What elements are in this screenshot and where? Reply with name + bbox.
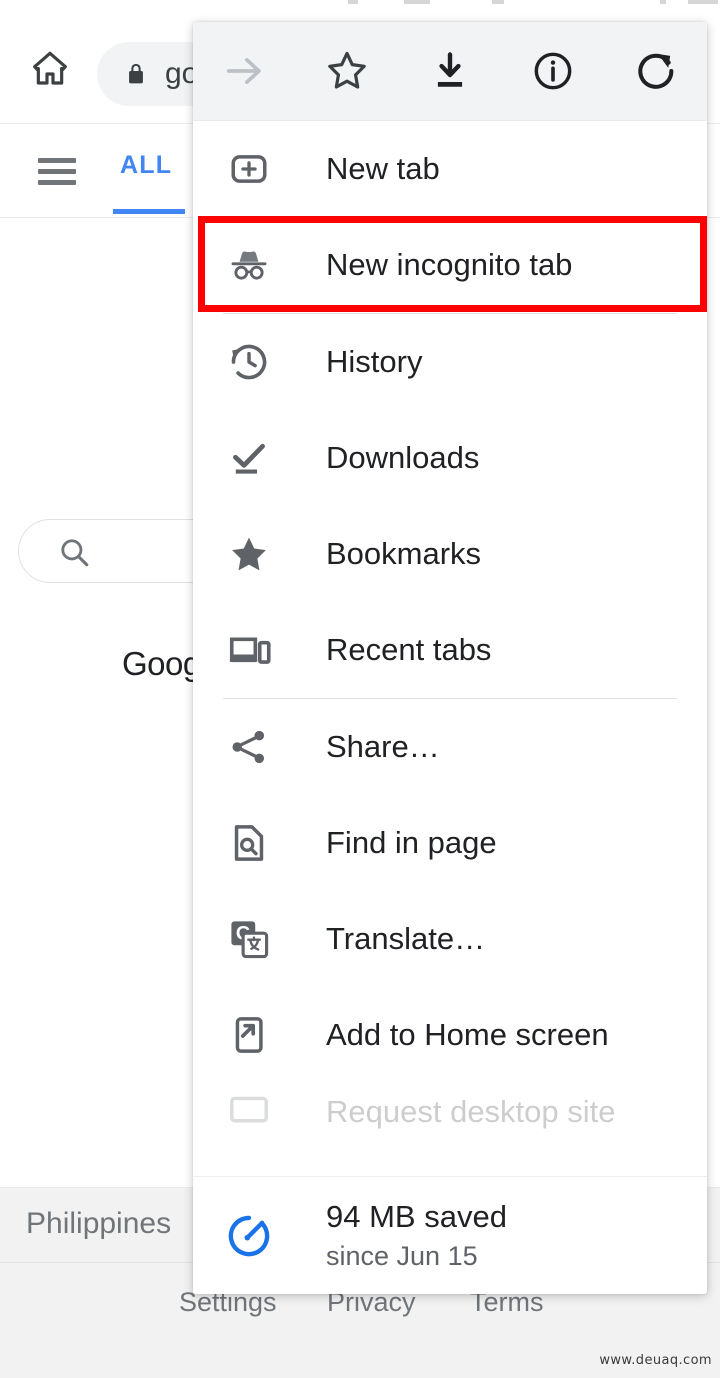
menu-item-label: History (326, 344, 423, 379)
menu-item-label: Share… (326, 729, 440, 764)
share-icon (221, 725, 277, 769)
tab-active-underline (113, 209, 185, 214)
menu-item-downloads[interactable]: Downloads (193, 410, 707, 506)
speedometer-icon (221, 1211, 277, 1261)
menu-item-list: New tab New incognito tab History Downlo… (193, 121, 707, 1141)
tab-all[interactable]: ALL (120, 151, 172, 180)
history-icon (221, 339, 277, 385)
watermark: www.deuaq.com (599, 1353, 712, 1368)
bookmarks-star-icon (221, 531, 277, 577)
incognito-icon (221, 242, 277, 288)
country-label: Philippines (26, 1207, 172, 1240)
menu-item-recent-tabs[interactable]: Recent tabs (193, 602, 707, 698)
menu-item-label: Bookmarks (326, 536, 482, 571)
forward-arrow-icon[interactable] (193, 22, 296, 121)
menu-item-share[interactable]: Share… (193, 699, 707, 795)
data-saver-row[interactable]: 94 MB saved since Jun 15 (193, 1176, 707, 1294)
recent-tabs-icon (221, 627, 277, 673)
chrome-overflow-menu: New tab New incognito tab History Downlo… (193, 22, 707, 1294)
reload-icon[interactable] (604, 22, 707, 121)
downloads-icon (221, 436, 277, 480)
menu-item-label: New incognito tab (326, 247, 573, 282)
hamburger-icon[interactable] (38, 158, 76, 185)
star-icon[interactable] (296, 22, 399, 121)
menu-quick-actions-bar (193, 22, 707, 121)
info-icon[interactable] (501, 22, 604, 121)
new-tab-icon (221, 147, 277, 191)
add-to-home-screen-icon (221, 1013, 277, 1057)
menu-item-label: Translate… (326, 921, 486, 956)
menu-item-bookmarks[interactable]: Bookmarks (193, 506, 707, 602)
menu-item-history[interactable]: History (193, 314, 707, 410)
menu-item-label: Add to Home screen (326, 1017, 609, 1052)
search-icon (57, 535, 91, 569)
menu-item-translate[interactable]: G Translate… (193, 891, 707, 987)
data-saver-amount: 94 MB saved (326, 1198, 507, 1234)
find-in-page-icon (221, 821, 277, 865)
desktop-site-icon (221, 1090, 277, 1134)
lock-icon (123, 60, 149, 88)
menu-item-label: Request desktop site (326, 1094, 616, 1129)
data-saver-since: since Jun 15 (326, 1240, 478, 1271)
screen: go ALL Googl Philippines Settings Privac… (0, 0, 720, 1378)
menu-item-label: Downloads (326, 440, 480, 475)
translate-icon: G (221, 917, 277, 961)
menu-item-new-tab[interactable]: New tab (193, 121, 707, 217)
data-saver-text: 94 MB saved since Jun 15 (326, 1197, 507, 1275)
menu-item-add-to-home-screen[interactable]: Add to Home screen (193, 987, 707, 1083)
menu-item-label: Find in page (326, 825, 497, 860)
download-icon[interactable] (399, 22, 502, 121)
home-icon[interactable] (28, 48, 72, 88)
menu-item-new-incognito-tab[interactable]: New incognito tab (193, 217, 707, 313)
menu-item-request-desktop-site[interactable]: Request desktop site (193, 1083, 707, 1141)
menu-item-label: Recent tabs (326, 632, 492, 667)
menu-item-find-in-page[interactable]: Find in page (193, 795, 707, 891)
menu-item-label: New tab (326, 151, 440, 186)
